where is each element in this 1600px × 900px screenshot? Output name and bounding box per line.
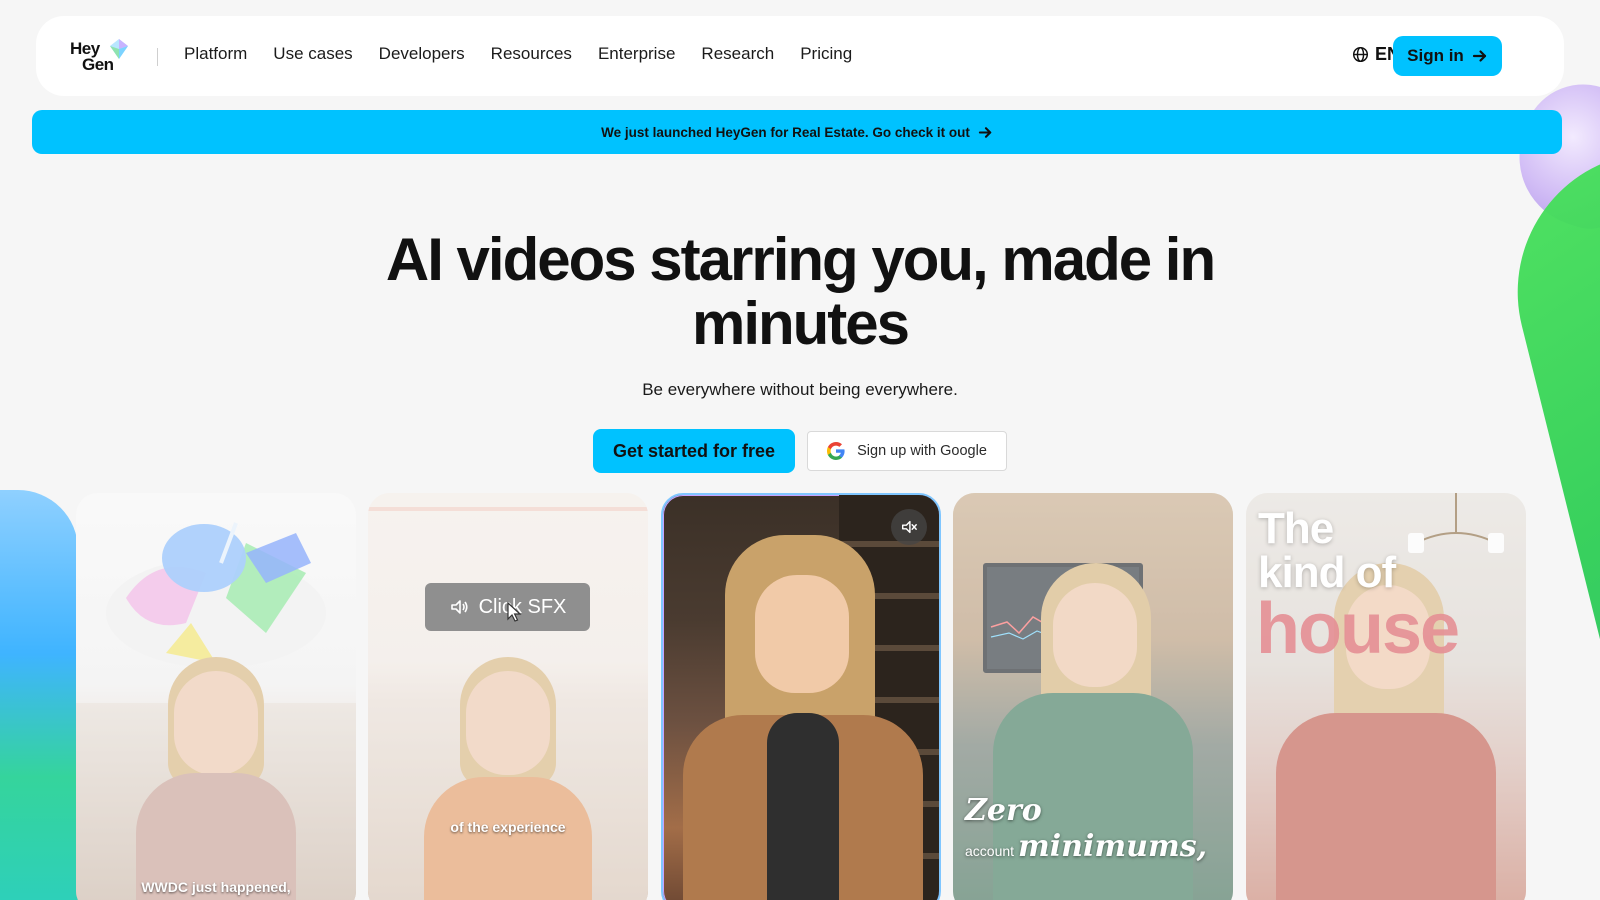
nav-link-developers[interactable]: Developers [379, 44, 465, 64]
announcement-banner[interactable]: We just launched HeyGen for Real Estate.… [32, 110, 1562, 154]
card-fade-overlay [368, 493, 648, 900]
google-signup-button[interactable]: Sign up with Google [807, 431, 1007, 471]
nav-divider [157, 48, 158, 66]
video-caption: of the experience [450, 819, 566, 835]
nav-links: Platform Use cases Developers Resources … [184, 44, 852, 64]
video-card-4[interactable]: Zero account minimums, [953, 493, 1233, 900]
hero-subtitle: Be everywhere without being everywhere. [642, 380, 958, 399]
nav-link-platform[interactable]: Platform [184, 44, 247, 64]
caption-text-the-kind-of: The kind of [1258, 504, 1396, 597]
decorative-left-shape [0, 490, 78, 900]
video-card-2[interactable]: Click SFX of the experience [368, 493, 648, 900]
heygen-logo[interactable]: Hey Gen [70, 38, 130, 74]
caption-word-the: The [1258, 504, 1334, 553]
sign-in-button[interactable]: Sign in [1393, 36, 1502, 76]
hero-title: AI videos starring you, made in minutes [385, 226, 1216, 357]
video-caption: WWDC just happened, [141, 879, 291, 895]
nav-link-enterprise[interactable]: Enterprise [598, 44, 675, 64]
logo-gem-icon [110, 39, 128, 59]
video-card-5[interactable]: house The kind of [1246, 493, 1526, 900]
nav-link-pricing[interactable]: Pricing [800, 44, 852, 64]
turtleneck [767, 713, 839, 900]
speaker-muted-icon [901, 520, 917, 534]
nav-link-research[interactable]: Research [701, 44, 774, 64]
globe-icon [1352, 46, 1369, 63]
video-card-3-active[interactable] [661, 493, 941, 900]
nav-link-use-cases[interactable]: Use cases [273, 44, 352, 64]
banner-text: We just launched HeyGen for Real Estate.… [601, 124, 970, 140]
arrow-right-icon [1472, 50, 1486, 62]
speaker-icon [450, 600, 468, 614]
nav-link-resources[interactable]: Resources [491, 44, 572, 64]
caption-word-zero: Zero [965, 793, 1042, 828]
caption-word-account: account [965, 843, 1015, 859]
cursor-icon [507, 601, 522, 622]
google-signup-label: Sign up with Google [857, 443, 987, 459]
google-icon [827, 442, 845, 460]
card-fade-overlay [76, 493, 356, 900]
caption-word-kind-of: kind of [1258, 548, 1396, 597]
caption-line-minimums: account minimums, [965, 829, 1207, 864]
get-started-button[interactable]: Get started for free [593, 429, 795, 473]
caption-word-minimums: minimums, [1018, 829, 1208, 864]
person-face [755, 575, 849, 693]
mute-button[interactable] [891, 509, 927, 545]
arrow-right-icon [978, 126, 992, 138]
sign-in-label: Sign in [1407, 46, 1464, 65]
video-card-1[interactable]: WWDC just happened, [76, 493, 356, 900]
caption-word-house: house [1256, 589, 1460, 669]
top-navigation: Hey Gen Platform Use cases Developers Re… [36, 16, 1564, 96]
